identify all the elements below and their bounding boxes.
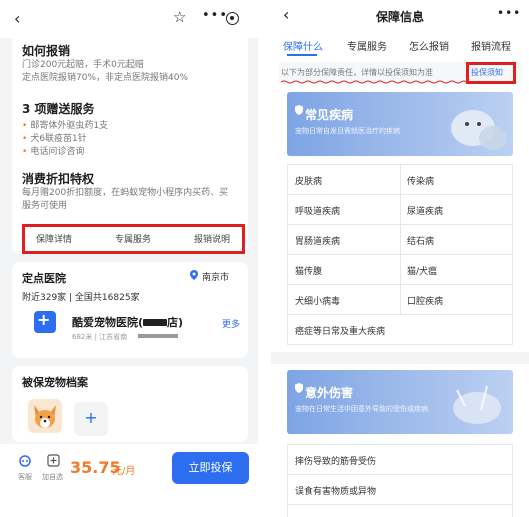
pet-avatar[interactable]: [28, 399, 62, 433]
table-rule: [287, 444, 513, 445]
disease-subtitle: 宠物日常自发且需就医治疗的疾病: [295, 127, 400, 135]
disease-item: 口腔疾病: [407, 297, 444, 307]
miniapp-close-icon[interactable]: [226, 12, 239, 25]
tab-claim-guide[interactable]: 报销说明: [194, 232, 230, 245]
pets-illustration: [451, 110, 507, 150]
hospital-card: 定点医院 南京市 附近329家 | 全国共16825家 酷爱宠物医院( 店) 更多…: [12, 262, 248, 358]
tab-coverage-details[interactable]: 保障详情: [36, 232, 72, 245]
accident-title: 意外伤害: [305, 386, 354, 400]
hospital-title: 定点医院: [22, 272, 66, 285]
tab-exclusive-service[interactable]: 专属服务: [115, 232, 151, 245]
table-rule: [400, 164, 401, 314]
table-rule: [287, 314, 513, 315]
claim-line-2: 定点医院报销70%，非定点医院报销40%: [22, 73, 189, 83]
buy-now-button[interactable]: 立即投保: [172, 452, 249, 484]
pet-profile-title: 被保宠物档案: [22, 376, 88, 389]
gift-item: 犬6联疫苗1针: [22, 131, 86, 144]
table-rule: [287, 504, 513, 505]
injured-pet-illustration: [453, 385, 501, 424]
back-icon[interactable]: ‹: [14, 9, 20, 28]
right-screen: ‹ 保障信息 ••• 保障什么 专属服务 怎么报销 报销流程 以下为部分保障责任…: [271, 0, 529, 517]
disease-item: 传染病: [407, 177, 435, 187]
hospital-meta: 682米 | 江苏省南: [72, 333, 128, 341]
section-separator: [271, 352, 529, 364]
disease-item-full: 癌症等日常及重大疾病: [295, 327, 386, 337]
consume-title: 消费折扣特权: [22, 172, 95, 186]
claim-title: 如何报销: [22, 44, 71, 58]
bottom-action-bar: 客服 加自选 35.75 元/月 立即投保: [0, 444, 258, 517]
disease-item: 尿道疾病: [407, 207, 444, 217]
hospital-name-suffix: 店): [167, 316, 184, 329]
disease-item: 结石病: [407, 237, 435, 247]
coverage-card: 如何报销 门诊200元起赔，手术0元起赔 定点医院报销70%，非定点医院报销40…: [12, 34, 248, 254]
disease-item: 呼吸道疾病: [295, 207, 341, 217]
redaction-mark: [138, 334, 178, 338]
gift-item: 电话问诊咨询: [22, 144, 84, 157]
table-rule: [287, 474, 513, 475]
add-favorite-icon[interactable]: [47, 454, 60, 467]
shield-check-icon: [295, 105, 303, 115]
customer-service-icon[interactable]: [18, 454, 32, 468]
left-tab-row: 保障详情 专属服务 报销说明: [24, 232, 238, 246]
consume-line-1: 每月赠200折扣额度，在蚂蚁宠物小程序内买药、买: [22, 188, 229, 198]
more-icon[interactable]: •••: [497, 6, 521, 20]
add-favorite-label: 加自选: [42, 473, 63, 481]
hospital-name[interactable]: 酷爱宠物医院( 店): [72, 314, 183, 330]
more-icon[interactable]: •••: [202, 8, 228, 23]
disease-item: 胃肠道疾病: [295, 237, 341, 247]
pet-profile-card: 被保宠物档案 +: [12, 366, 248, 442]
page-title: 保障信息: [375, 10, 424, 24]
disease-banner: 常见疾病 宠物日常自发且需就医治疗的疾病: [287, 92, 513, 156]
notice-underline: [281, 80, 467, 84]
tab-how-to-claim[interactable]: 怎么报销: [409, 38, 449, 53]
accident-banner: 意外伤害 宠物在日常生活中因意外导致的受伤或疾病: [287, 370, 513, 434]
location-pin-icon: [190, 270, 198, 280]
disease-item: 犬细小病毒: [295, 297, 341, 307]
left-screen: ‹ ☆ ••• 如何报销 门诊200元起赔，手术0元起赔 定点医院报销70%，非…: [0, 0, 258, 517]
consume-line-2: 服务可使用: [22, 201, 68, 211]
disease-item: 皮肤病: [295, 177, 323, 187]
hospital-icon: [34, 310, 56, 333]
left-top-bar: ‹ ☆ •••: [0, 0, 258, 38]
claim-line-1: 门诊200元起赔，手术0元起赔: [22, 60, 144, 70]
disease-item: 猫传腹: [295, 267, 323, 277]
star-icon[interactable]: ☆: [173, 8, 186, 26]
disease-title: 常见疾病: [305, 108, 354, 122]
price-unit: 元/月: [112, 466, 136, 477]
table-rule: [287, 344, 513, 345]
insurance-notice-link[interactable]: 投保须知: [471, 67, 503, 78]
screen-divider: [258, 0, 271, 517]
corgi-icon: [34, 405, 56, 428]
accident-item: 摔伤导致的筋骨受伤: [295, 457, 377, 467]
redaction-mark: [143, 319, 168, 326]
shield-check-icon: [295, 383, 303, 393]
tab-exclusive-service[interactable]: 专属服务: [347, 38, 387, 53]
active-tab-indicator: [287, 54, 317, 56]
accident-subtitle: 宠物在日常生活中因意外导致的受伤或疾病: [295, 405, 428, 413]
more-hospitals-link[interactable]: 更多: [222, 317, 240, 330]
customer-service-label: 客服: [18, 473, 32, 481]
add-pet-button[interactable]: +: [74, 402, 108, 436]
coverage-notice: 以下为部分保障责任，详情以投保须知为准: [281, 68, 433, 77]
gifts-title: 3 项赠送服务: [22, 102, 95, 116]
hospital-name-text: 酷爱宠物医院(: [72, 316, 144, 329]
accident-item: 误食有害物质或异物: [295, 487, 377, 497]
tab-claim-process[interactable]: 报销流程: [471, 38, 511, 53]
city-selector[interactable]: 南京市: [202, 270, 229, 283]
gift-item: 邮寄体外驱虫药1支: [22, 118, 108, 131]
tab-what-covered[interactable]: 保障什么: [283, 38, 323, 53]
hospital-count: 附近329家 | 全国共16825家: [22, 293, 140, 303]
disease-item: 猫/犬瘟: [407, 267, 438, 277]
